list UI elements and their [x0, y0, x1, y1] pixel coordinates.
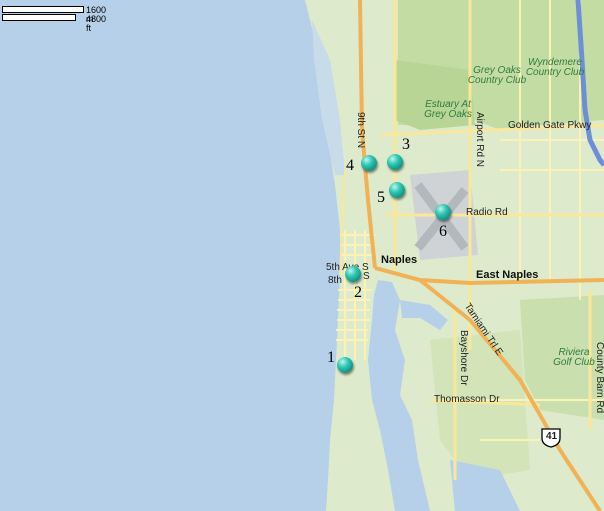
label-county-barn-rd: County Barn Rd [594, 342, 604, 414]
marker-label-2: 2 [354, 284, 362, 301]
marker-label-3: 3 [402, 136, 410, 153]
label-east-naples: East Naples [476, 269, 539, 281]
marker-label-1: 1 [327, 349, 335, 366]
map-marker-1[interactable] [337, 357, 353, 373]
label-golden-gate-pkwy: Golden Gate Pkwy [508, 120, 592, 131]
marker-label-4: 4 [346, 157, 354, 174]
label-8th-s: S [363, 271, 370, 282]
map-marker-4[interactable] [361, 155, 377, 171]
marker-label-5: 5 [377, 189, 385, 206]
scale-label-imperial: 4800 ft [86, 14, 107, 33]
label-thomasson-dr: Thomasson Dr [434, 394, 500, 405]
marker-label-6: 6 [439, 223, 447, 240]
gulf-water [0, 0, 340, 511]
scale-bar-imperial [2, 14, 76, 21]
map-marker-6[interactable] [435, 204, 451, 220]
label-estuary: Estuary At Grey Oaks [424, 99, 472, 120]
map-marker-2[interactable] [345, 266, 361, 282]
map-marker-3[interactable] [387, 154, 403, 170]
label-naples: Naples [381, 254, 418, 266]
route-41-label: 41 [546, 431, 558, 442]
label-wyndemere: Wyndemere Country Club [525, 57, 585, 78]
map-marker-5[interactable] [389, 182, 405, 198]
label-bayshore-dr: Bayshore Dr [458, 330, 469, 386]
map-canvas[interactable]: 1600 m 4800 ft Grey Oaks Country Club Wy… [0, 0, 604, 511]
scale-bar-metric [2, 6, 84, 13]
label-riviera: Riviera Golf Club [553, 347, 595, 368]
label-9th-st-n: 9th St N [355, 112, 366, 149]
label-8th: 8th [328, 275, 342, 286]
label-airport-rd-n: Airport Rd N [474, 112, 485, 168]
label-radio-rd: Radio Rd [466, 207, 508, 218]
